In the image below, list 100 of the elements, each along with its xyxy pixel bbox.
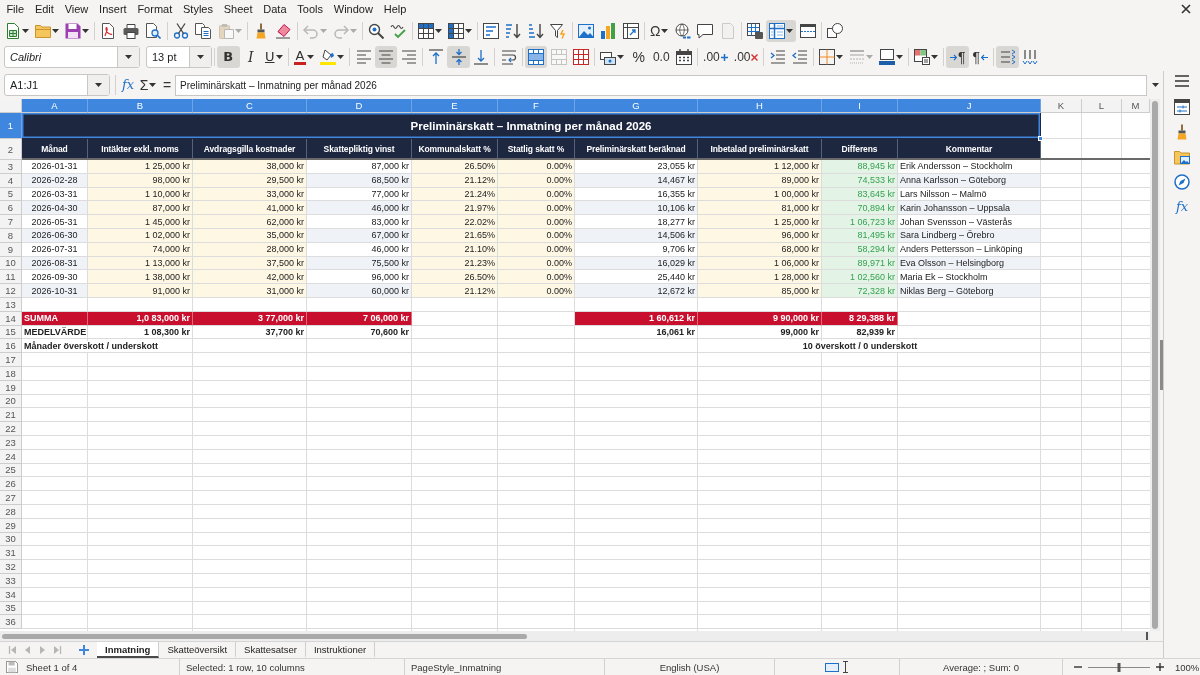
table-cell: 26.50% bbox=[412, 160, 498, 174]
header-cell: Avdragsgilla kostnader bbox=[193, 139, 307, 160]
special-character-button[interactable]: Ω bbox=[647, 19, 672, 42]
table-cell: 1 12,000 kr bbox=[698, 160, 822, 174]
header-cell: Kommunalskatt % bbox=[412, 139, 498, 160]
spreadsheet-document-icon bbox=[5, 22, 21, 39]
triangle-right-icon bbox=[38, 645, 47, 655]
menu-item[interactable]: Help bbox=[378, 0, 412, 18]
column-header[interactable]: A bbox=[22, 99, 88, 113]
wrap-text-icon bbox=[500, 49, 517, 65]
delete-decimal-button[interactable]: .00 bbox=[730, 46, 762, 68]
sum-button[interactable]: Σ bbox=[137, 74, 159, 96]
column-header[interactable]: M bbox=[1122, 99, 1150, 113]
menu-item[interactable]: Edit bbox=[29, 0, 60, 18]
fill-handle[interactable] bbox=[1038, 136, 1043, 141]
row-header[interactable]: 17 bbox=[0, 353, 22, 367]
functions-button[interactable]: fx bbox=[1170, 196, 1194, 218]
formula-input[interactable]: Preliminärskatt – Inmatning per månad 2026 bbox=[175, 74, 1147, 96]
font-size-combobox[interactable]: 13 pt bbox=[146, 46, 212, 68]
menu-item[interactable]: Insert bbox=[93, 0, 132, 18]
column-header[interactable]: B bbox=[88, 99, 193, 113]
name-box[interactable]: A1:J1 bbox=[4, 74, 110, 96]
function-wizard-button[interactable]: fx bbox=[121, 74, 135, 96]
column-header[interactable]: I bbox=[822, 99, 898, 113]
total-cell: 1 60,612 kr bbox=[575, 311, 698, 326]
column-header[interactable]: J bbox=[898, 99, 1041, 113]
caret-icon bbox=[661, 28, 669, 33]
text-cursor-icon bbox=[842, 661, 849, 673]
row-header[interactable]: 36 bbox=[0, 615, 22, 630]
row-header[interactable]: 31 bbox=[0, 546, 22, 561]
menu-item[interactable]: File bbox=[1, 0, 30, 18]
table-cell: 38,000 kr bbox=[193, 160, 307, 174]
italic-button[interactable]: I bbox=[239, 46, 262, 68]
bold-button[interactable]: B bbox=[217, 46, 240, 68]
row-header[interactable]: 6 bbox=[0, 201, 22, 216]
font-name-combobox[interactable]: Calibri bbox=[4, 46, 140, 68]
horizontal-scrollbar[interactable] bbox=[0, 631, 1150, 641]
add-sheet-button[interactable] bbox=[76, 642, 92, 658]
menu-item[interactable]: Window bbox=[328, 0, 379, 18]
page-style: PageStyle_Inmatning bbox=[411, 661, 502, 673]
font-color-button[interactable]: A bbox=[290, 46, 318, 68]
row-header[interactable]: 12 bbox=[0, 284, 22, 298]
formula-button[interactable]: = bbox=[161, 74, 173, 96]
column-header[interactable]: L bbox=[1082, 99, 1122, 113]
menu-item[interactable]: Styles bbox=[177, 0, 219, 18]
row-header[interactable]: 22 bbox=[0, 422, 22, 436]
left-to-right-button[interactable]: ¶ bbox=[946, 46, 969, 68]
row-header[interactable]: 32 bbox=[0, 560, 22, 574]
horizontal-text-button[interactable] bbox=[996, 46, 1019, 68]
row-header[interactable]: 11 bbox=[0, 270, 22, 285]
menu-item[interactable]: Sheet bbox=[218, 0, 258, 18]
sheet-tab[interactable]: Skattesatser bbox=[236, 642, 306, 658]
align-middle-icon bbox=[450, 49, 467, 65]
add-decimal-button[interactable]: .00 bbox=[700, 46, 731, 68]
column-header[interactable]: G bbox=[575, 99, 698, 113]
column-header[interactable]: H bbox=[698, 99, 822, 113]
sidebar-handle[interactable] bbox=[1160, 340, 1163, 390]
row-header[interactable]: 27 bbox=[0, 491, 22, 505]
row-header[interactable]: 21 bbox=[0, 408, 22, 423]
language[interactable]: English (USA) bbox=[659, 661, 720, 673]
percent-format-button[interactable]: % bbox=[627, 46, 650, 68]
freeze-button[interactable] bbox=[766, 19, 797, 42]
zoom-in-button[interactable] bbox=[1155, 661, 1165, 673]
column-header[interactable]: D bbox=[307, 99, 412, 113]
undo-arrow-icon bbox=[302, 22, 319, 39]
merge-center-icon bbox=[528, 49, 545, 65]
underline-button[interactable]: U bbox=[262, 46, 286, 68]
menu-item[interactable]: Format bbox=[132, 0, 178, 18]
row-header[interactable]: 7 bbox=[0, 215, 22, 229]
table-cell: 72,328 kr bbox=[822, 284, 898, 298]
merge-center-button[interactable] bbox=[524, 46, 548, 68]
column-header[interactable]: C bbox=[193, 99, 307, 113]
menu-item[interactable]: View bbox=[59, 0, 94, 18]
row-header[interactable]: 3 bbox=[0, 160, 22, 174]
row-header[interactable]: 2 bbox=[0, 139, 22, 160]
vertical-scrollbar[interactable] bbox=[1150, 99, 1160, 631]
cross-icon bbox=[751, 53, 759, 61]
menu-item[interactable]: Data bbox=[257, 0, 292, 18]
row-header[interactable]: 1 bbox=[0, 113, 22, 139]
menu-icon bbox=[1174, 74, 1190, 90]
menu-item[interactable]: Tools bbox=[291, 0, 329, 18]
funnel-icon bbox=[550, 22, 567, 39]
column-header[interactable]: K bbox=[1041, 99, 1082, 113]
row-header[interactable]: 16 bbox=[0, 339, 22, 354]
conditional-format-icon bbox=[914, 49, 931, 65]
right-to-left-button[interactable]: ¶ bbox=[969, 46, 992, 68]
column-header[interactable]: F bbox=[498, 99, 575, 113]
number-format-button[interactable]: 0.0 bbox=[649, 46, 673, 68]
document-magnifier-icon bbox=[145, 22, 162, 39]
slider-thumb[interactable] bbox=[1117, 662, 1121, 672]
sort-icon bbox=[482, 22, 499, 39]
spreadsheet-grid[interactable] bbox=[0, 99, 1150, 631]
sheet-tab[interactable]: Inmatning bbox=[97, 642, 160, 658]
sheet-tab[interactable]: Instruktioner bbox=[305, 642, 376, 658]
arrow-left-icon bbox=[981, 53, 988, 61]
properties-icon bbox=[1174, 99, 1190, 115]
zoom-percent[interactable]: 100% bbox=[1175, 661, 1200, 673]
row-header[interactable]: 26 bbox=[0, 477, 22, 492]
column-header[interactable]: E bbox=[412, 99, 498, 113]
sheet-tab[interactable]: Skatteöversikt bbox=[159, 642, 237, 658]
